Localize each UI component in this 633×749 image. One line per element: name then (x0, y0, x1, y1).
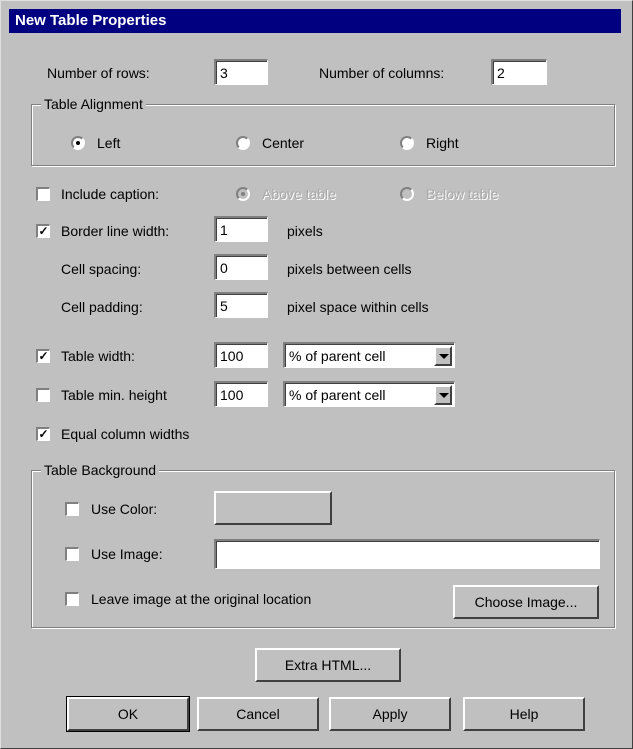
table-width-label: Table width: (61, 348, 135, 364)
table-background-title: Table Background (41, 461, 160, 479)
table-min-height-input[interactable]: 100 (214, 381, 268, 407)
align-center-label[interactable]: Center (262, 133, 304, 153)
border-width-label: Border line width: (61, 223, 170, 239)
caption-above-radio[interactable] (236, 187, 250, 201)
align-right-label[interactable]: Right (426, 133, 459, 153)
table-min-height-label: Table min. height (61, 387, 167, 403)
table-min-height-unit-value: % of parent cell (289, 387, 386, 403)
use-color-label: Use Color: (91, 501, 158, 517)
align-left-label[interactable]: Left (97, 133, 120, 153)
color-swatch-button[interactable] (214, 491, 332, 525)
chevron-down-icon[interactable] (434, 385, 452, 405)
rows-input[interactable]: 3 (214, 59, 268, 85)
rows-label: Number of rows: (47, 65, 150, 81)
image-path-input[interactable] (214, 539, 600, 569)
caption-below-radio[interactable] (400, 187, 414, 201)
table-width-unit-select[interactable]: % of parent cell (283, 342, 455, 368)
cancel-button[interactable]: Cancel (197, 697, 319, 731)
table-width-input[interactable]: 100 (214, 342, 268, 368)
leave-image-checkbox[interactable] (65, 592, 79, 606)
choose-image-button[interactable]: Choose Image... (453, 585, 599, 619)
cell-spacing-label: Cell spacing: (61, 261, 142, 277)
border-width-unit: pixels (287, 223, 323, 239)
table-properties-dialog: New Table Properties Number of rows: 3 N… (0, 0, 633, 749)
apply-button[interactable]: Apply (329, 697, 451, 731)
ok-button[interactable]: OK (66, 696, 190, 732)
table-min-height-unit-select[interactable]: % of parent cell (283, 381, 455, 407)
cell-padding-label: Cell padding: (61, 299, 143, 315)
cell-padding-input[interactable]: 5 (214, 292, 268, 318)
extra-html-button[interactable]: Extra HTML... (255, 648, 401, 682)
leave-image-label: Leave image at the original location (91, 591, 312, 607)
help-button[interactable]: Help (463, 697, 585, 731)
include-caption-checkbox[interactable] (36, 187, 50, 201)
include-caption-label: Include caption: (61, 186, 160, 202)
dialog-title: New Table Properties (9, 9, 621, 33)
columns-input[interactable]: 2 (491, 59, 547, 85)
border-width-checkbox[interactable]: ✓ (36, 224, 50, 238)
caption-below-label: Below table (426, 186, 499, 202)
border-width-input[interactable]: 1 (214, 216, 268, 242)
table-min-height-checkbox[interactable] (36, 388, 50, 402)
cell-spacing-unit: pixels between cells (287, 261, 412, 277)
equal-column-widths-label: Equal column widths (61, 426, 190, 442)
columns-label: Number of columns: (319, 65, 445, 81)
align-right-radio[interactable] (400, 136, 414, 150)
chevron-down-icon[interactable] (434, 346, 452, 366)
use-image-label: Use Image: (91, 546, 163, 562)
table-width-unit-value: % of parent cell (289, 348, 386, 364)
use-color-checkbox[interactable] (65, 502, 79, 516)
table-alignment-title: Table Alignment (41, 95, 146, 113)
cell-spacing-input[interactable]: 0 (214, 254, 268, 280)
align-left-radio[interactable] (71, 136, 85, 150)
align-center-radio[interactable] (236, 136, 250, 150)
caption-above-label: Above table (262, 186, 336, 202)
equal-column-widths-checkbox[interactable]: ✓ (36, 427, 50, 441)
cell-padding-unit: pixel space within cells (287, 299, 429, 315)
use-image-checkbox[interactable] (65, 547, 79, 561)
table-width-checkbox[interactable]: ✓ (36, 349, 50, 363)
